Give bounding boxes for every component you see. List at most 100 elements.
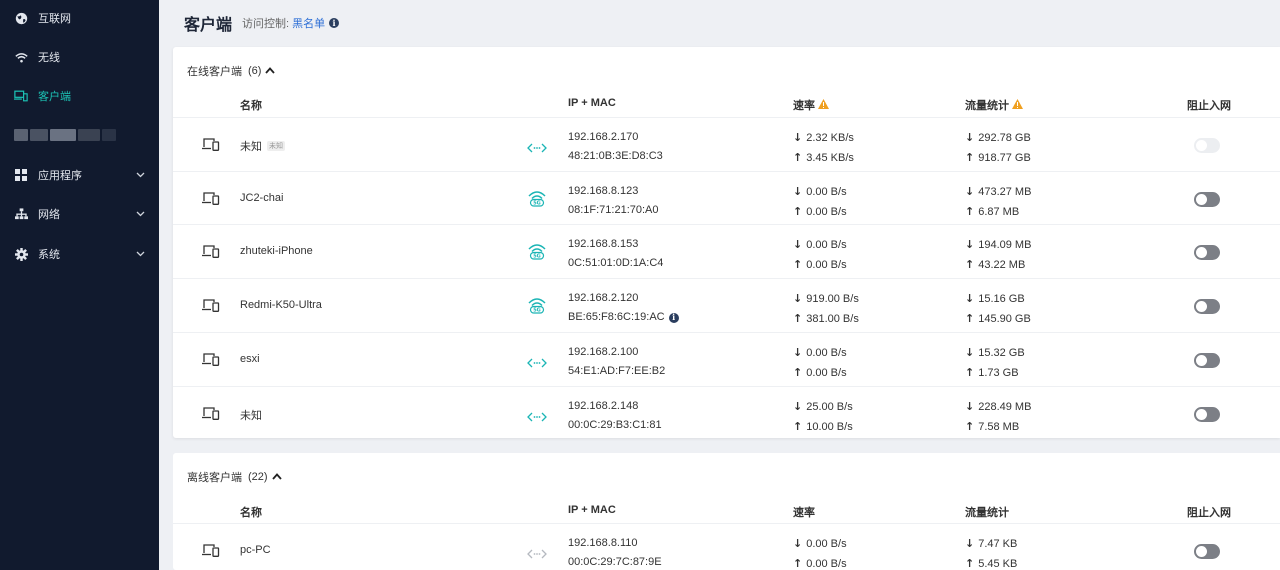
mac-line: 08:1F:71:21:70:A0 (568, 201, 659, 220)
mac-line: 00:0C:29:B3:C1:81 (568, 416, 662, 435)
info-icon[interactable]: i (668, 312, 679, 323)
arrow-down-icon: ↓ (793, 184, 803, 198)
ip-mac-cell: 192.168.8.153 0C:51:01:0D:1A:C4 (568, 235, 663, 273)
block-toggle[interactable] (1194, 245, 1220, 261)
warning-icon[interactable] (818, 98, 829, 112)
client-row: Redmi-K50-Ultra 5G 192.168.2.120 BE:65:F8:6… (173, 278, 1280, 332)
traffic-up: ↑ 7.58 MB (965, 417, 1031, 437)
mac-line: 48:21:0B:3E:D8:C3 (568, 147, 663, 166)
chevron-up-icon[interactable] (271, 471, 282, 483)
arrow-down-icon: ↓ (965, 238, 975, 252)
chevron-down-icon (136, 248, 145, 260)
network-icon (14, 207, 28, 221)
mac-address: 48:21:0B:3E:D8:C3 (568, 150, 663, 162)
nav-item-internet[interactable]: 互联网 (0, 0, 159, 36)
rate-down-value: 0.00 B/s (806, 538, 847, 550)
block-toggle[interactable] (1194, 544, 1220, 559)
rate-down: ↓ 0.00 B/s (793, 343, 847, 363)
client-name-cell: 未知 未知 (240, 138, 285, 154)
block-toggle[interactable] (1194, 406, 1220, 422)
client-name-cell: 未知 (240, 407, 262, 423)
nav-item-apps[interactable]: 应用程序 (0, 157, 159, 193)
device-icon (202, 244, 220, 263)
traffic-up: ↑ 1.73 GB (965, 363, 1025, 383)
ip-address: 192.168.8.123 (568, 184, 639, 197)
rate: ↓ 0.00 B/s ↑ 0.00 B/s (793, 534, 847, 570)
mac-line: 54:E1:AD:F7:EE:B2 (568, 362, 665, 381)
nav-label: 互联网 (38, 13, 71, 25)
chevron-down-icon (136, 169, 145, 181)
offline-clients-header[interactable]: 离线客户端 (22) (187, 469, 282, 485)
traffic: ↓ 15.32 GB ↑ 1.73 GB (965, 343, 1025, 383)
rate-down: ↓ 0.00 B/s (793, 182, 847, 202)
client-name[interactable]: 未知 (240, 138, 262, 154)
access-control-label: 访问控制: (242, 18, 290, 30)
access-control-link[interactable]: 黑名单 (292, 15, 325, 31)
arrow-down-icon: ↓ (965, 292, 975, 306)
block-toggle[interactable] (1194, 191, 1220, 207)
block-toggle[interactable] (1194, 352, 1220, 368)
arrow-up-icon: ↑ (793, 204, 803, 218)
column-header-ip-mac: IP + MAC (568, 504, 616, 516)
device-icon (202, 406, 220, 425)
chevron-up-icon[interactable] (265, 65, 276, 77)
client-row: pc-PC 192.168.8.110 00:0C:29:7C:87:9E ↓ 0.00… (173, 523, 1280, 570)
traffic-down-value: 228.49 MB (978, 400, 1032, 413)
block-toggle[interactable] (1194, 299, 1220, 315)
wifi-5g-icon: 5G (527, 189, 547, 212)
mac-address: 0C:51:01:0D:1A:C4 (568, 257, 664, 270)
arrow-up-icon: ↑ (793, 419, 803, 433)
client-name[interactable]: 未知 (240, 407, 262, 423)
traffic-down-value: 7.47 KB (978, 538, 1018, 550)
nav-item-wireless[interactable]: 无线 (0, 39, 159, 75)
traffic-down: ↓ 228.49 MB (965, 397, 1031, 417)
client-row: 未知 192.168.2.148 00:0C:29:B3:C1:81 ↓ 25.00 B… (173, 385, 1280, 440)
rate-up-value: 0.00 B/s (806, 558, 847, 570)
sidebar: 互联网 无线 客户端 应用程序 网络 系统 (0, 0, 159, 570)
mac-address: 00:0C:29:B3:C1:81 (568, 418, 662, 431)
online-clients-header[interactable]: 在线客户端 (6) (187, 63, 276, 79)
warning-icon[interactable] (1012, 98, 1023, 112)
client-name[interactable]: pc-PC (240, 544, 271, 556)
client-row: esxi 192.168.2.100 54:E1:AD:F7:EE:B2 ↓ 0.00 … (173, 331, 1280, 386)
arrow-down-icon: ↓ (965, 345, 975, 359)
rate-down: ↓ 2.32 KB/s (793, 128, 854, 148)
access-control: 访问控制: 黑名单 i (242, 15, 340, 31)
rate-up: ↑ 10.00 B/s (793, 417, 853, 437)
offline-clients-title: 离线客户端 (187, 472, 242, 484)
traffic-up-value: 145.90 GB (978, 313, 1031, 326)
nav-item-system[interactable]: 系统 (0, 236, 159, 272)
rate-up-value: 10.00 B/s (806, 420, 853, 433)
apps-grid-icon (14, 168, 28, 182)
column-header-traffic: 流量统计 (965, 97, 1023, 113)
online-clients-title: 在线客户端 (187, 66, 242, 78)
ip-address: 192.168.2.120 (568, 292, 639, 305)
device-icon (202, 543, 220, 562)
offline-clients-count: (22) (248, 471, 268, 483)
rate-down-value: 2.32 KB/s (806, 132, 854, 144)
mac-address: 08:1F:71:21:70:A0 (568, 203, 659, 216)
ip-address: 192.168.8.153 (568, 238, 639, 251)
mac-line: 00:0C:29:7C:87:9E (568, 553, 662, 570)
ip-address: 192.168.2.100 (568, 345, 639, 358)
column-header-block: 阻止入网 (1187, 507, 1231, 519)
ip-mac-cell: 192.168.8.110 00:0C:29:7C:87:9E (568, 534, 662, 570)
unknown-tag: 未知 (267, 141, 285, 151)
nav-item-network[interactable]: 网络 (0, 196, 159, 232)
traffic: ↓ 7.47 KB ↑ 5.45 KB (965, 534, 1017, 570)
traffic-up-value: 43.22 MB (978, 259, 1026, 272)
column-header-block: 阻止入网 (1187, 100, 1231, 112)
nav-item-clients[interactable]: 客户端 (0, 78, 159, 114)
client-name[interactable]: zhuteki-iPhone (240, 245, 313, 257)
client-name[interactable]: esxi (240, 353, 260, 365)
arrow-down-icon: ↓ (793, 537, 803, 550)
block-toggle[interactable] (1194, 138, 1220, 153)
traffic-down: ↓ 292.78 GB (965, 128, 1031, 148)
rate: ↓ 2.32 KB/s ↑ 3.45 KB/s (793, 128, 854, 168)
client-name[interactable]: JC2-chai (240, 192, 283, 204)
arrow-up-icon: ↑ (793, 151, 803, 164)
traffic-up: ↑ 918.77 GB (965, 148, 1031, 168)
client-name[interactable]: Redmi-K50-Ultra (240, 299, 322, 311)
info-icon[interactable]: i (329, 18, 340, 28)
arrow-down-icon: ↓ (793, 131, 803, 144)
